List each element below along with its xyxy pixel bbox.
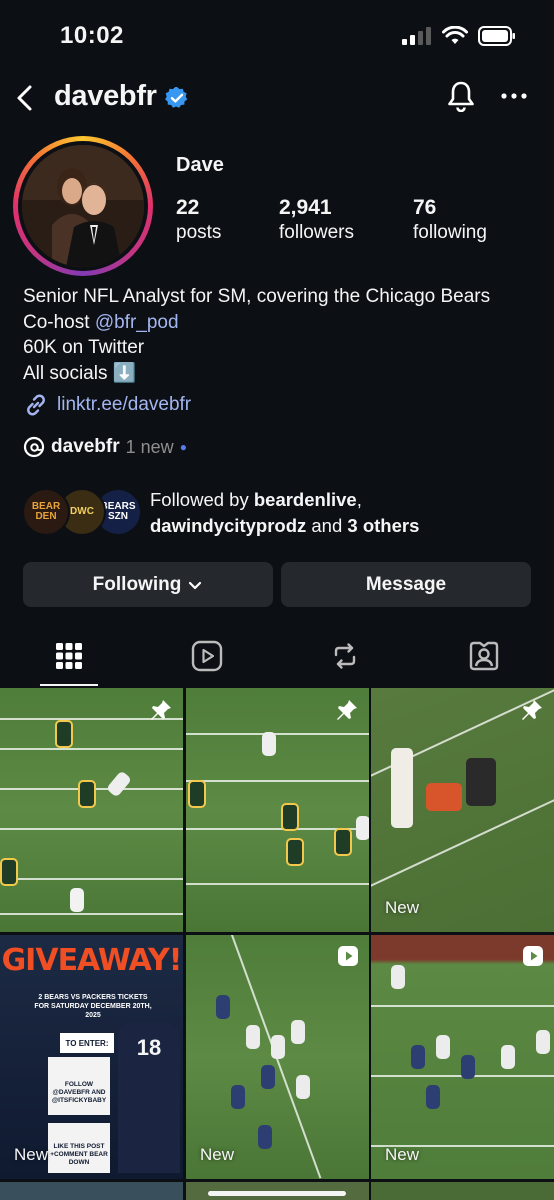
- header-username: davebfr: [54, 80, 157, 112]
- bio-line: Co-host @bfr_pod: [23, 310, 543, 336]
- giveaway-step1: FOLLOW @DAVEBFR AND @ITSFICKYBABY: [48, 1057, 110, 1115]
- message-button[interactable]: Message: [281, 562, 531, 607]
- chevron-down-icon: [189, 581, 202, 589]
- bio-line: All socials ⬇️: [23, 362, 137, 384]
- bio-mention-link[interactable]: @bfr_pod: [95, 312, 179, 333]
- tab-tagged[interactable]: [464, 636, 504, 676]
- post-thumbnail[interactable]: New: [371, 688, 554, 932]
- link-text: linktr.ee/davebfr: [57, 394, 192, 415]
- giveaway-to-enter: TO ENTER:: [60, 1033, 114, 1053]
- signal-icon: [402, 27, 431, 45]
- post-thumbnail[interactable]: GIVEAWAY! 2 BEARS VS PACKERS TICKETS FOR…: [0, 935, 183, 1179]
- back-arrow-icon[interactable]: [10, 82, 42, 114]
- profile-tabs: [0, 632, 554, 688]
- pin-icon: [151, 700, 171, 720]
- new-label: New: [200, 1145, 235, 1164]
- notification-bell-icon[interactable]: [446, 80, 476, 112]
- tab-reels[interactable]: [187, 636, 227, 676]
- reel-icon: [338, 946, 358, 966]
- threads-icon: [23, 436, 45, 458]
- posts-label: posts: [176, 222, 222, 243]
- reels-icon: [191, 640, 223, 672]
- post-thumbnail[interactable]: [371, 1182, 554, 1200]
- posts-grid: New GIVEAWAY! 2 BEARS VS PACKERS TICKETS…: [0, 688, 554, 1200]
- threads-dot: ●: [179, 440, 187, 454]
- home-indicator: [208, 1191, 346, 1196]
- verified-badge-icon: [165, 86, 188, 108]
- followed-prefix: Followed by: [150, 489, 254, 510]
- bio-line: 60K on Twitter: [23, 337, 145, 358]
- threads-badge[interactable]: davebfr 1 new ●: [23, 436, 187, 458]
- status-icons: [402, 26, 516, 46]
- battery-icon: [478, 26, 515, 46]
- followed-sep: ,: [356, 489, 362, 510]
- followed-middle: and: [306, 515, 348, 536]
- grid-icon: [56, 643, 82, 669]
- giveaway-title: GIVEAWAY!: [1, 943, 183, 978]
- followers-value: 2,941: [279, 196, 332, 219]
- external-link[interactable]: linktr.ee/davebfr: [23, 392, 191, 418]
- pin-icon: [337, 700, 357, 720]
- reel-icon: [523, 946, 543, 966]
- giveaway-subtitle: 2 BEARS VS PACKERS TICKETS FOR SATURDAY …: [34, 994, 152, 1019]
- following-button-label: Following: [92, 573, 182, 595]
- display-name: Dave: [176, 154, 224, 176]
- threads-new-label: 1 new: [125, 436, 174, 457]
- post-thumbnail[interactable]: [0, 688, 183, 932]
- new-label: New: [385, 898, 420, 917]
- profile-header: davebfr: [0, 76, 554, 122]
- mutual-avatar: BEAR DEN: [22, 488, 70, 536]
- link-icon: [27, 394, 45, 416]
- following-count[interactable]: 76 following: [413, 196, 487, 244]
- following-label: following: [413, 222, 487, 243]
- message-button-label: Message: [365, 573, 447, 595]
- post-thumbnail[interactable]: [0, 1182, 183, 1200]
- followed-user: beardenlive: [253, 489, 357, 510]
- new-label: New: [385, 1145, 420, 1164]
- status-time: 10:02: [60, 22, 124, 49]
- bio-text: Co-host: [23, 311, 95, 333]
- pin-icon: [522, 700, 542, 720]
- followers-label: followers: [279, 222, 354, 243]
- profile-bio: Senior NFL Analyst for SM, covering the …: [23, 284, 543, 386]
- tab-reposts[interactable]: [325, 636, 365, 676]
- threads-handle: davebfr: [51, 436, 120, 457]
- following-value: 76: [413, 196, 437, 219]
- new-label: New: [14, 1145, 49, 1164]
- giveaway-jersey: 18: [136, 1035, 162, 1060]
- bio-line: Senior NFL Analyst for SM, covering the …: [23, 286, 491, 307]
- giveaway-step2: LIKE THIS POST +COMMENT BEAR DOWN: [48, 1123, 110, 1173]
- post-thumbnail[interactable]: New: [186, 935, 369, 1179]
- reposts-icon: [334, 643, 356, 669]
- followed-user: dawindycityprodz: [150, 515, 307, 536]
- post-thumbnail[interactable]: [186, 688, 369, 932]
- followers-count[interactable]: 2,941 followers: [279, 196, 354, 244]
- posts-count[interactable]: 22 posts: [176, 196, 221, 244]
- following-button[interactable]: Following: [23, 562, 273, 607]
- profile-avatar[interactable]: [13, 136, 153, 276]
- active-tab-indicator: [40, 684, 98, 686]
- posts-value: 22: [176, 196, 200, 219]
- mutual-followers-avatars[interactable]: BEAR DEN DWC BEARS SZN: [22, 488, 142, 536]
- followed-by-text[interactable]: Followed by beardenlive, dawindycityprod…: [150, 487, 550, 539]
- wifi-icon: [442, 26, 468, 44]
- more-options-icon[interactable]: [500, 82, 528, 110]
- followed-others: 3 others: [347, 515, 420, 536]
- tab-grid[interactable]: [49, 636, 89, 676]
- post-thumbnail[interactable]: New: [371, 935, 554, 1179]
- tagged-icon: [469, 641, 499, 671]
